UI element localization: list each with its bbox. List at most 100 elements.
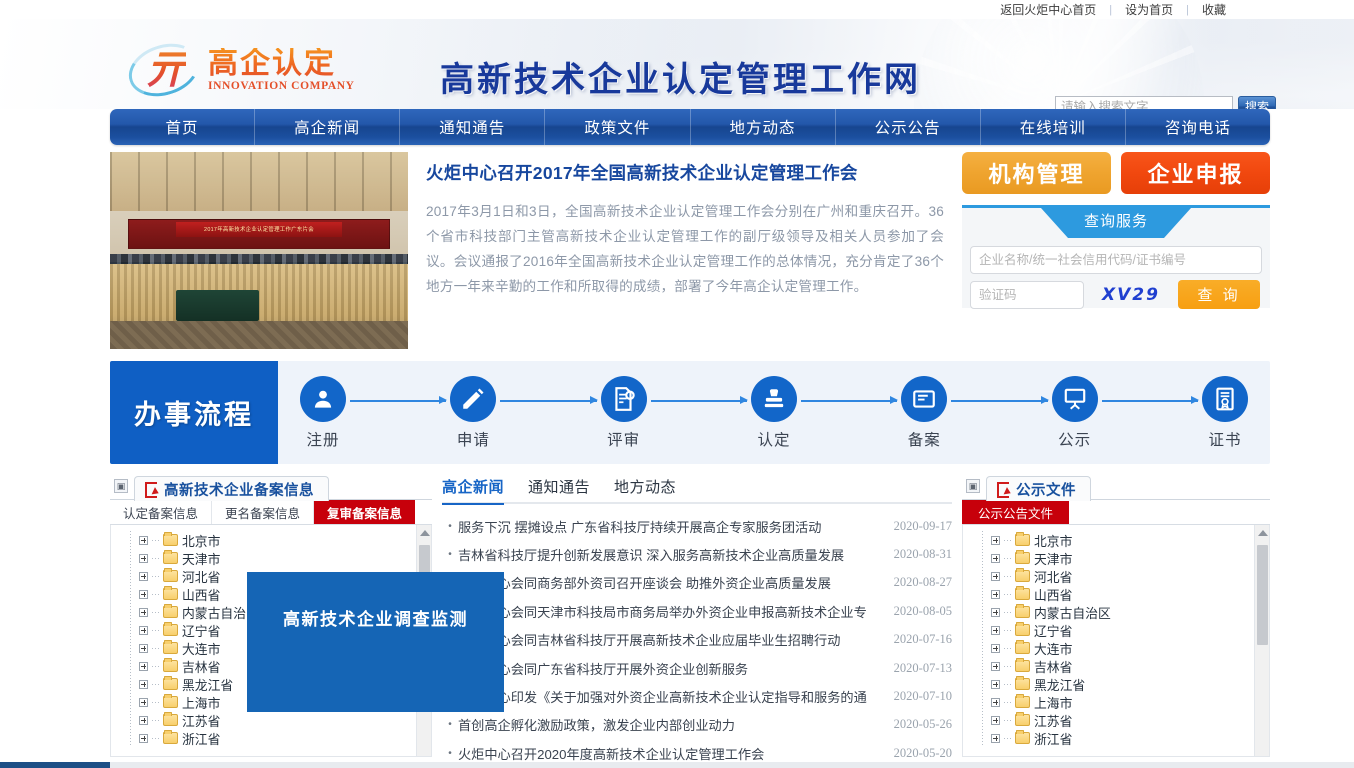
expand-plus-icon[interactable] <box>991 590 1000 599</box>
flow-step-apply[interactable]: 申请 <box>450 376 496 450</box>
news-list-item[interactable]: •吉林省科技厅提升创新发展意识 深入服务高新技术企业高质量发展2020-08-3… <box>442 540 952 568</box>
subtab-public-announcement-files[interactable]: 公示公告文件 <box>962 500 1069 524</box>
scroll-up-arrow-icon[interactable] <box>417 525 432 541</box>
expand-plus-icon[interactable] <box>139 554 148 563</box>
news-list-item[interactable]: •火炬中心会同广东省科技厅开展外资企业创新服务2020-07-13 <box>442 654 952 682</box>
tree-connector <box>1004 612 1011 613</box>
flow-step-register[interactable]: 注册 <box>300 376 346 450</box>
nav-item-policy-documents[interactable]: 政策文件 <box>545 109 690 145</box>
subtab-rename-filing[interactable]: 更名备案信息 <box>212 500 314 524</box>
news-list-item[interactable]: •首创高企孵化激励政策，激发企业内部创业动力2020-05-26 <box>442 711 952 739</box>
captcha-code-image[interactable]: XV29 <box>1094 285 1168 305</box>
expand-plus-icon[interactable] <box>991 698 1000 707</box>
panel-expand-icon[interactable]: ▣ <box>966 479 980 493</box>
expand-plus-icon[interactable] <box>139 608 148 617</box>
news-list-item[interactable]: •服务下沉 摆摊设点 广东省科技厅持续开展高企专家服务团活动2020-09-17 <box>442 512 952 540</box>
flow-step-publicity[interactable]: 公示 <box>1052 376 1098 450</box>
tree-item[interactable]: 浙江省 <box>991 729 1269 747</box>
expand-plus-icon[interactable] <box>139 626 148 635</box>
folder-icon <box>1015 570 1030 582</box>
org-management-button[interactable]: 机构管理 <box>962 152 1111 194</box>
tree-item[interactable]: 大连市 <box>991 639 1269 657</box>
expand-plus-icon[interactable] <box>991 680 1000 689</box>
search-button[interactable]: 搜索 <box>1238 96 1276 109</box>
expand-plus-icon[interactable] <box>139 662 148 671</box>
expand-plus-icon[interactable] <box>991 626 1000 635</box>
expand-plus-icon[interactable] <box>139 680 148 689</box>
nav-item-notices[interactable]: 通知通告 <box>400 109 545 145</box>
news-list-item[interactable]: •火炬中心会同商务部外资司召开座谈会 助推外资企业高质量发展2020-08-27 <box>442 569 952 597</box>
link-torch-center-home[interactable]: 返回火炬中心首页 <box>1000 1 1096 18</box>
expand-plus-icon[interactable] <box>139 698 148 707</box>
expand-plus-icon[interactable] <box>139 644 148 653</box>
expand-plus-icon[interactable] <box>991 644 1000 653</box>
expand-plus-icon[interactable] <box>991 536 1000 545</box>
enterprise-name-input[interactable] <box>970 246 1262 274</box>
link-set-homepage[interactable]: 设为首页 <box>1125 1 1173 18</box>
nav-item-online-training[interactable]: 在线培训 <box>981 109 1126 145</box>
tree-item[interactable]: 天津市 <box>139 549 431 567</box>
expand-plus-icon[interactable] <box>139 536 148 545</box>
search-input[interactable] <box>1055 96 1233 109</box>
tree-item[interactable]: 河北省 <box>991 567 1269 585</box>
tree-item[interactable]: 上海市 <box>991 693 1269 711</box>
nav-item-news[interactable]: 高企新闻 <box>255 109 400 145</box>
news-item-date: 2020-07-16 <box>886 632 952 647</box>
expand-plus-icon[interactable] <box>991 662 1000 671</box>
tree-item[interactable]: 江苏省 <box>991 711 1269 729</box>
tree-connector <box>152 594 159 595</box>
tree-item-label: 山西省 <box>1034 585 1072 604</box>
tree-item[interactable]: 浙江省 <box>139 729 431 747</box>
tree-item[interactable]: 江苏省 <box>139 711 431 729</box>
link-bookmark[interactable]: 收藏 <box>1202 1 1226 18</box>
news-list-item[interactable]: •火炬中心印发《关于加强对外资企业高新技术企业认定指导和服务的通2020-07-… <box>442 682 952 710</box>
expand-plus-icon[interactable] <box>139 590 148 599</box>
enterprise-application-button[interactable]: 企业申报 <box>1121 152 1270 194</box>
nav-item-local-updates[interactable]: 地方动态 <box>691 109 836 145</box>
tree-item-label: 吉林省 <box>1034 657 1072 676</box>
expand-plus-icon[interactable] <box>991 716 1000 725</box>
expand-plus-icon[interactable] <box>991 572 1000 581</box>
news-list-item[interactable]: •火炬中心会同天津市科技局市商务局举办外资企业申报高新技术企业专2020-08-… <box>442 597 952 625</box>
panel-title-tab[interactable]: 高新技术企业备案信息 <box>134 476 329 501</box>
vertical-scrollbar[interactable] <box>1254 525 1269 756</box>
tab-notices[interactable]: 通知通告 <box>528 476 590 503</box>
captcha-input[interactable] <box>970 281 1084 309</box>
hero-article-title[interactable]: 火炬中心召开2017年全国高新技术企业认定管理工作会 <box>426 160 944 185</box>
news-list-item[interactable]: •火炬中心会同吉林省科技厅开展高新技术企业应届毕业生招聘行动2020-07-16 <box>442 626 952 654</box>
expand-plus-icon[interactable] <box>991 734 1000 743</box>
tab-local-updates[interactable]: 地方动态 <box>614 476 676 503</box>
tree-item[interactable]: 黑龙江省 <box>991 675 1269 693</box>
nav-item-home[interactable]: 首页 <box>110 109 255 145</box>
tree-item[interactable]: 山西省 <box>991 585 1269 603</box>
scrollbar-thumb[interactable] <box>1257 545 1268 645</box>
expand-plus-icon[interactable] <box>139 716 148 725</box>
flow-step-accreditation[interactable]: 认定 <box>751 376 797 450</box>
panel-title-tab[interactable]: 公示文件 <box>986 476 1091 501</box>
tree-item[interactable]: 辽宁省 <box>991 621 1269 639</box>
expand-plus-icon[interactable] <box>139 734 148 743</box>
tab-enterprise-news[interactable]: 高企新闻 <box>442 476 504 503</box>
survey-monitoring-overlay[interactable]: 高新技术企业调查监测 <box>247 572 504 712</box>
expand-plus-icon[interactable] <box>139 572 148 581</box>
nav-item-hotline[interactable]: 咨询电话 <box>1126 109 1270 145</box>
tree-item[interactable]: 吉林省 <box>991 657 1269 675</box>
tree-item[interactable]: 内蒙古自治区 <box>991 603 1269 621</box>
subtab-review-filing[interactable]: 复审备案信息 <box>314 500 415 524</box>
tree-item[interactable]: 天津市 <box>991 549 1269 567</box>
site-logo[interactable]: 亓 高企认定 INNOVATION COMPANY <box>128 41 355 99</box>
subtab-accreditation-filing[interactable]: 认定备案信息 <box>110 500 212 524</box>
flow-step-review[interactable]: 评审 <box>601 376 647 450</box>
query-submit-button[interactable]: 查 询 <box>1178 280 1260 309</box>
scroll-up-arrow-icon[interactable] <box>1255 525 1270 541</box>
tree-item[interactable]: 北京市 <box>139 531 431 549</box>
flow-step-certificate[interactable]: 证书 <box>1202 376 1248 450</box>
hero-photo-conference[interactable]: 2017年高新技术企业认定管理工作广东片会 <box>110 152 408 349</box>
tree-item[interactable]: 北京市 <box>991 531 1269 549</box>
expand-plus-icon[interactable] <box>991 554 1000 563</box>
expand-plus-icon[interactable] <box>991 608 1000 617</box>
nav-item-public-announcements[interactable]: 公示公告 <box>836 109 981 145</box>
flow-step-filing[interactable]: 备案 <box>901 376 947 450</box>
tree-connector <box>1004 540 1011 541</box>
panel-expand-icon[interactable]: ▣ <box>114 479 128 493</box>
